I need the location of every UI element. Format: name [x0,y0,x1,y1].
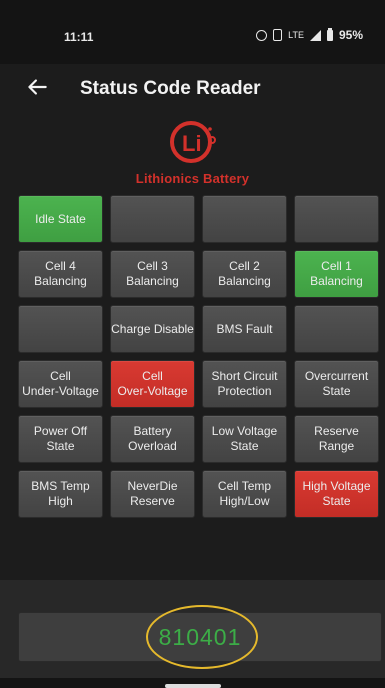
status-bar: 11:11 LTE 95% [0,0,385,64]
status-cell[interactable] [202,195,287,243]
signal-icon [309,29,321,41]
status-cell[interactable]: High Voltage State [294,470,379,518]
page-title: Status Code Reader [80,78,261,99]
home-indicator[interactable] [165,684,221,688]
status-cell[interactable]: Battery Overload [110,415,195,463]
status-cell[interactable] [18,305,103,353]
status-cell[interactable]: Reserve Range [294,415,379,463]
status-cell[interactable]: Cell Over-Voltage [110,360,195,408]
status-cell[interactable]: Charge Disable [110,305,195,353]
network-type: LTE [288,30,304,40]
status-cell[interactable]: BMS Fault [202,305,287,353]
status-cell[interactable] [294,305,379,353]
alarm-icon [256,29,268,41]
status-cell[interactable]: Cell 4 Balancing [18,250,103,298]
status-cell[interactable]: Cell 3 Balancing [110,250,195,298]
status-cell[interactable]: Power Off State [18,415,103,463]
status-cell[interactable]: NeverDie Reserve [110,470,195,518]
svg-text:Li: Li [182,131,202,156]
status-cell[interactable]: Cell 2 Balancing [202,250,287,298]
arrow-left-icon[interactable] [24,74,50,100]
vibrate-icon [273,29,283,41]
status-cell[interactable]: Cell 1 Balancing [294,250,379,298]
status-cell[interactable]: Cell Under-Voltage [18,360,103,408]
status-cell[interactable]: Cell Temp High/Low [202,470,287,518]
status-cell[interactable]: Overcurrent State [294,360,379,408]
status-cell[interactable] [294,195,379,243]
status-cell[interactable]: Low Voltage State [202,415,287,463]
logo-text: Lithionics Battery [135,171,250,186]
status-cell[interactable]: BMS Temp High [18,470,103,518]
status-cell[interactable]: Idle State [18,195,103,243]
app-bar: Status Code Reader [0,64,385,114]
brand-logo: Li Lithionics Battery [0,118,385,190]
status-icons: LTE 95% [256,27,363,42]
lithionics-logo-icon: Li [170,121,216,163]
status-cell[interactable] [110,195,195,243]
battery-percent: 95% [338,28,363,42]
highlight-annotation [146,605,258,669]
status-time: 11:11 [64,30,94,44]
battery-icon [326,27,333,41]
status-cell[interactable]: Short Circuit Protection [202,360,287,408]
